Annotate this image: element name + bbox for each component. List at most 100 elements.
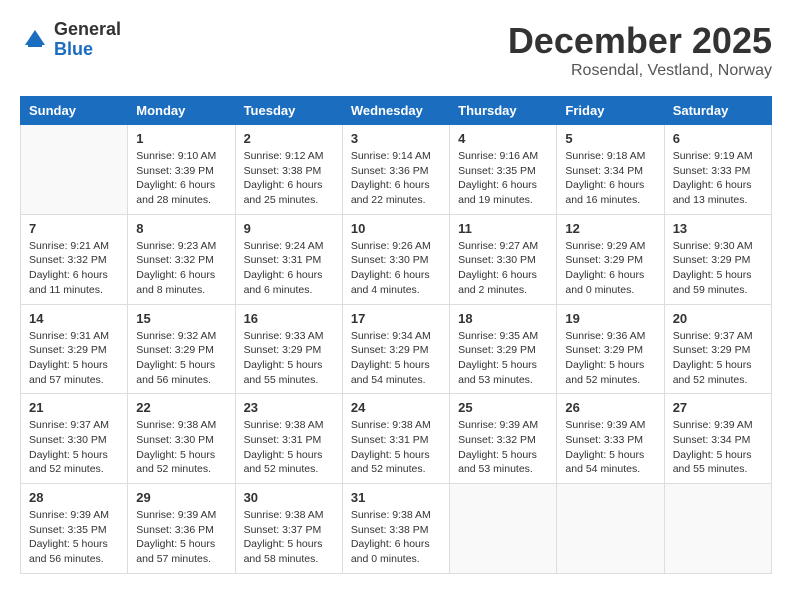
- day-info: Sunrise: 9:30 AM Sunset: 3:29 PM Dayligh…: [673, 239, 763, 298]
- day-number: 3: [351, 131, 441, 146]
- calendar-week-row: 7 Sunrise: 9:21 AM Sunset: 3:32 PM Daylig…: [21, 214, 772, 304]
- table-row: 13 Sunrise: 9:30 AM Sunset: 3:29 PM Dayli…: [664, 214, 771, 304]
- table-row: 10 Sunrise: 9:26 AM Sunset: 3:30 PM Dayli…: [342, 214, 449, 304]
- table-row: 22 Sunrise: 9:38 AM Sunset: 3:30 PM Dayli…: [128, 394, 235, 484]
- col-friday: Friday: [557, 97, 664, 125]
- col-thursday: Thursday: [450, 97, 557, 125]
- day-info: Sunrise: 9:39 AM Sunset: 3:33 PM Dayligh…: [565, 418, 655, 477]
- day-number: 21: [29, 400, 119, 415]
- day-info: Sunrise: 9:16 AM Sunset: 3:35 PM Dayligh…: [458, 149, 548, 208]
- day-info: Sunrise: 9:27 AM Sunset: 3:30 PM Dayligh…: [458, 239, 548, 298]
- table-row: 5 Sunrise: 9:18 AM Sunset: 3:34 PM Daylig…: [557, 125, 664, 215]
- table-row: 2 Sunrise: 9:12 AM Sunset: 3:38 PM Daylig…: [235, 125, 342, 215]
- calendar-week-row: 14 Sunrise: 9:31 AM Sunset: 3:29 PM Dayli…: [21, 304, 772, 394]
- table-row: 4 Sunrise: 9:16 AM Sunset: 3:35 PM Daylig…: [450, 125, 557, 215]
- table-row: 6Sunrise: 9:19 AM Sunset: 3:33 PM Daylig…: [664, 125, 771, 215]
- day-info: Sunrise: 9:36 AM Sunset: 3:29 PM Dayligh…: [565, 329, 655, 388]
- table-row: 14 Sunrise: 9:31 AM Sunset: 3:29 PM Dayli…: [21, 304, 128, 394]
- col-saturday: Saturday: [664, 97, 771, 125]
- col-sunday: Sunday: [21, 97, 128, 125]
- day-info: Sunrise: 9:37 AM Sunset: 3:29 PM Dayligh…: [673, 329, 763, 388]
- table-row: 9 Sunrise: 9:24 AM Sunset: 3:31 PM Daylig…: [235, 214, 342, 304]
- day-number: 18: [458, 311, 548, 326]
- table-row: 29Sunrise: 9:39 AM Sunset: 3:36 PM Dayli…: [128, 484, 235, 574]
- table-row: 16 Sunrise: 9:33 AM Sunset: 3:29 PM Dayli…: [235, 304, 342, 394]
- day-info: Sunrise: 9:38 AM Sunset: 3:31 PM Dayligh…: [351, 418, 441, 477]
- day-number: 20: [673, 311, 763, 326]
- table-row: 11 Sunrise: 9:27 AM Sunset: 3:30 PM Dayli…: [450, 214, 557, 304]
- logo-icon: [20, 25, 50, 55]
- day-info: Sunrise: 9:32 AM Sunset: 3:29 PM Dayligh…: [136, 329, 226, 388]
- day-info: Sunrise: 9:31 AM Sunset: 3:29 PM Dayligh…: [29, 329, 119, 388]
- day-info: Sunrise: 9:26 AM Sunset: 3:30 PM Dayligh…: [351, 239, 441, 298]
- day-info: Sunrise: 9:38 AM Sunset: 3:30 PM Dayligh…: [136, 418, 226, 477]
- table-row: 3 Sunrise: 9:14 AM Sunset: 3:36 PM Daylig…: [342, 125, 449, 215]
- table-row: 17Sunrise: 9:34 AM Sunset: 3:29 PM Dayli…: [342, 304, 449, 394]
- table-row: 23Sunrise: 9:38 AM Sunset: 3:31 PM Dayli…: [235, 394, 342, 484]
- table-row: 12 Sunrise: 9:29 AM Sunset: 3:29 PM Dayli…: [557, 214, 664, 304]
- table-row: 7 Sunrise: 9:21 AM Sunset: 3:32 PM Daylig…: [21, 214, 128, 304]
- day-number: 14: [29, 311, 119, 326]
- day-info: Sunrise: 9:35 AM Sunset: 3:29 PM Dayligh…: [458, 329, 548, 388]
- day-number: 8: [136, 221, 226, 236]
- day-number: 24: [351, 400, 441, 415]
- table-row: 15Sunrise: 9:32 AM Sunset: 3:29 PM Dayli…: [128, 304, 235, 394]
- day-number: 17: [351, 311, 441, 326]
- day-number: 1: [136, 131, 226, 146]
- day-number: 13: [673, 221, 763, 236]
- month-title: December 2025: [508, 20, 772, 62]
- day-info: Sunrise: 9:24 AM Sunset: 3:31 PM Dayligh…: [244, 239, 334, 298]
- day-number: 6: [673, 131, 763, 146]
- day-info: Sunrise: 9:18 AM Sunset: 3:34 PM Dayligh…: [565, 149, 655, 208]
- day-number: 28: [29, 490, 119, 505]
- day-number: 5: [565, 131, 655, 146]
- day-number: 2: [244, 131, 334, 146]
- day-info: Sunrise: 9:38 AM Sunset: 3:37 PM Dayligh…: [244, 508, 334, 567]
- day-info: Sunrise: 9:39 AM Sunset: 3:32 PM Dayligh…: [458, 418, 548, 477]
- day-info: Sunrise: 9:33 AM Sunset: 3:29 PM Dayligh…: [244, 329, 334, 388]
- day-number: 16: [244, 311, 334, 326]
- table-row: 24 Sunrise: 9:38 AM Sunset: 3:31 PM Dayli…: [342, 394, 449, 484]
- day-info: Sunrise: 9:14 AM Sunset: 3:36 PM Dayligh…: [351, 149, 441, 208]
- table-row: 19 Sunrise: 9:36 AM Sunset: 3:29 PM Dayli…: [557, 304, 664, 394]
- day-info: Sunrise: 9:38 AM Sunset: 3:31 PM Dayligh…: [244, 418, 334, 477]
- table-row: 30 Sunrise: 9:38 AM Sunset: 3:37 PM Dayli…: [235, 484, 342, 574]
- day-number: 19: [565, 311, 655, 326]
- day-info: Sunrise: 9:12 AM Sunset: 3:38 PM Dayligh…: [244, 149, 334, 208]
- day-number: 22: [136, 400, 226, 415]
- day-number: 7: [29, 221, 119, 236]
- day-number: 4: [458, 131, 548, 146]
- day-info: Sunrise: 9:37 AM Sunset: 3:30 PM Dayligh…: [29, 418, 119, 477]
- logo: General Blue: [20, 20, 121, 60]
- day-info: Sunrise: 9:39 AM Sunset: 3:35 PM Dayligh…: [29, 508, 119, 567]
- calendar-week-row: 28 Sunrise: 9:39 AM Sunset: 3:35 PM Dayli…: [21, 484, 772, 574]
- day-number: 25: [458, 400, 548, 415]
- table-row: 20 Sunrise: 9:37 AM Sunset: 3:29 PM Dayli…: [664, 304, 771, 394]
- day-number: 12: [565, 221, 655, 236]
- day-number: 26: [565, 400, 655, 415]
- table-row: [557, 484, 664, 574]
- day-info: Sunrise: 9:29 AM Sunset: 3:29 PM Dayligh…: [565, 239, 655, 298]
- calendar: Sunday Monday Tuesday Wednesday Thursday…: [20, 96, 772, 574]
- day-number: 31: [351, 490, 441, 505]
- day-number: 27: [673, 400, 763, 415]
- day-number: 9: [244, 221, 334, 236]
- table-row: [664, 484, 771, 574]
- logo-blue-text: Blue: [54, 40, 121, 60]
- table-row: 21 Sunrise: 9:37 AM Sunset: 3:30 PM Dayli…: [21, 394, 128, 484]
- logo-general-text: General: [54, 20, 121, 40]
- day-number: 10: [351, 221, 441, 236]
- calendar-body: 1Sunrise: 9:10 AM Sunset: 3:39 PM Daylig…: [21, 125, 772, 574]
- day-info: Sunrise: 9:21 AM Sunset: 3:32 PM Dayligh…: [29, 239, 119, 298]
- table-row: 28 Sunrise: 9:39 AM Sunset: 3:35 PM Dayli…: [21, 484, 128, 574]
- day-number: 30: [244, 490, 334, 505]
- day-info: Sunrise: 9:39 AM Sunset: 3:34 PM Dayligh…: [673, 418, 763, 477]
- day-info: Sunrise: 9:23 AM Sunset: 3:32 PM Dayligh…: [136, 239, 226, 298]
- subtitle: Rosendal, Vestland, Norway: [508, 62, 772, 80]
- table-row: 31 Sunrise: 9:38 AM Sunset: 3:38 PM Dayli…: [342, 484, 449, 574]
- title-area: December 2025 Rosendal, Vestland, Norway: [508, 20, 772, 80]
- day-info: Sunrise: 9:38 AM Sunset: 3:38 PM Dayligh…: [351, 508, 441, 567]
- table-row: 25 Sunrise: 9:39 AM Sunset: 3:32 PM Dayli…: [450, 394, 557, 484]
- table-row: 8 Sunrise: 9:23 AM Sunset: 3:32 PM Daylig…: [128, 214, 235, 304]
- day-number: 11: [458, 221, 548, 236]
